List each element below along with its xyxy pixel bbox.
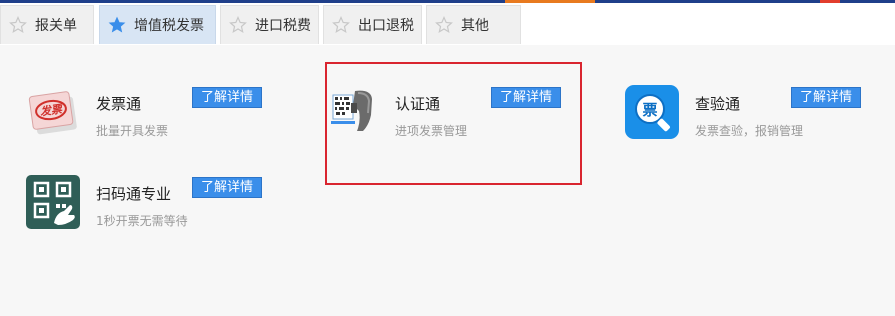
app-description: 1秒开票无需等待	[96, 214, 188, 228]
app-description: 发票查验，报销管理	[695, 124, 804, 138]
tab-label: 增值税发票	[134, 18, 204, 34]
invoice-search-icon[interactable]: 票	[625, 85, 679, 139]
app-name: 发票通	[96, 95, 142, 113]
star-outline-icon	[229, 16, 247, 33]
tab-customs-declaration[interactable]: 报关单	[0, 5, 94, 44]
app-tile-verification: 票 查验通 发票查验，报销管理 了解详情	[625, 85, 865, 145]
tab-label: 出口退税	[358, 18, 414, 34]
learn-more-button[interactable]: 了解详情	[192, 87, 262, 108]
svg-text:票: 票	[642, 101, 657, 119]
tab-other[interactable]: 其他	[426, 5, 521, 44]
learn-more-button[interactable]: 了解详情	[791, 87, 861, 108]
star-outline-icon	[9, 16, 27, 33]
selection-highlight-box	[325, 62, 582, 185]
star-filled-icon	[108, 16, 126, 33]
qr-code-icon[interactable]	[26, 175, 80, 229]
tab-label: 其他	[461, 18, 489, 34]
app-description: 批量开具发票	[96, 124, 169, 138]
app-name: 扫码通专业	[96, 185, 172, 203]
app-tile-invoice: 发票 发票通 批量开具发票 了解详情	[26, 85, 266, 145]
tab-vat-invoice[interactable]: 增值税发票	[99, 5, 216, 44]
invoice-stamp-icon[interactable]: 发票	[26, 85, 80, 139]
star-outline-icon	[332, 16, 350, 33]
tab-label: 进口税费	[255, 18, 311, 34]
app-name: 查验通	[695, 95, 741, 113]
learn-more-button[interactable]: 了解详情	[192, 177, 262, 198]
tab-export-rebate[interactable]: 出口退税	[323, 5, 422, 44]
tab-label: 报关单	[35, 18, 77, 34]
tab-import-tax[interactable]: 进口税费	[220, 5, 319, 44]
category-tab-bar: 报关单 增值税发票 进口税费 出口退税 其他	[0, 3, 895, 45]
star-outline-icon	[435, 16, 453, 33]
app-tile-scan-code: 扫码通专业 1秒开票无需等待 了解详情	[26, 175, 266, 235]
